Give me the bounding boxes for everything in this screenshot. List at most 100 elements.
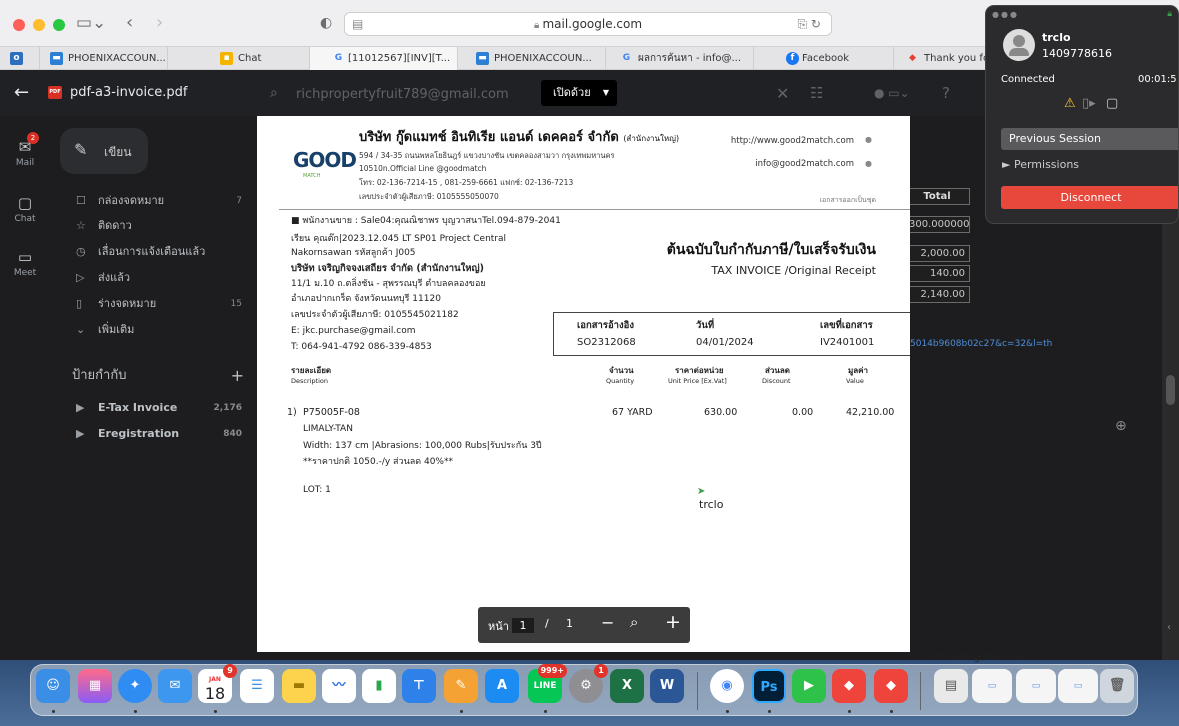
running-indicator	[768, 710, 771, 713]
nav-snoozed[interactable]: ◷ เลื่อนการแจ้งเตือนแล้ว	[76, 242, 246, 262]
zoom-in-icon[interactable]: +	[665, 611, 681, 633]
scrollbar-thumb[interactable]	[1166, 375, 1175, 405]
forward-icon[interactable]: ›	[156, 13, 163, 33]
search-icon[interactable]: ⌕	[270, 85, 278, 101]
word-icon[interactable]: W	[650, 669, 684, 703]
back-arrow-icon[interactable]: ←	[14, 82, 29, 103]
facetime-icon[interactable]: ▶	[792, 669, 826, 703]
panel-window-dots[interactable]: ●●●	[992, 10, 1019, 19]
email-link[interactable]: 5014b9608b02c27&c=32&l=th	[910, 339, 1052, 349]
compose-label: เขียน	[104, 145, 132, 159]
chrome-icon[interactable]: ◉	[710, 669, 744, 703]
screenshot-thumb-icon[interactable]: ▭	[1058, 669, 1098, 703]
zoom-window-button[interactable]	[53, 19, 65, 31]
excel-icon[interactable]: X	[610, 669, 644, 703]
document-title-en: TAX INVOICE /Original Receipt	[711, 264, 876, 277]
numbers-icon[interactable]: ▮	[362, 669, 396, 703]
item-note: **ราคาปกติ 1050.-/y ส่วนลด 40%**	[303, 457, 453, 467]
tab-current-invoice[interactable]: G [11012567][INV][T...	[310, 47, 458, 70]
dock-divider	[697, 672, 698, 710]
safari-icon[interactable]: ✦	[118, 669, 152, 703]
google-icon: G	[334, 53, 343, 63]
help-icon[interactable]: ?	[942, 84, 950, 102]
app-store-icon[interactable]: A	[485, 669, 519, 703]
sidebar-toggle-icon[interactable]: ▭⌄	[76, 13, 106, 33]
remote-cursor-label: trclo	[699, 498, 724, 511]
freeform-icon[interactable]: 〰	[322, 669, 356, 703]
tab-facebook[interactable]: f Facebook	[754, 47, 894, 70]
close-window-button[interactable]	[13, 19, 25, 31]
tab-phoenix-1[interactable]: ▬ PHOENIXACCOUN...	[40, 47, 168, 70]
grid-cell: 2,000.00	[908, 245, 970, 262]
screenshot-thumb-icon[interactable]: ▭	[972, 669, 1012, 703]
translate-reload-icon[interactable]: ⎘ ↻	[798, 13, 821, 35]
tab-search-results[interactable]: G ผลการค้นหา - info@...	[606, 47, 754, 70]
session-timer: 00:01:5	[1138, 74, 1177, 85]
zoom-icon[interactable]: ⌕	[630, 613, 638, 631]
document-icon[interactable]: ▤	[934, 669, 968, 703]
ref-header: เอกสารอ้างอิง	[577, 320, 634, 331]
compose-button[interactable]: ✎ เขียน	[60, 128, 148, 174]
tab-chat[interactable]: ▪ Chat	[168, 47, 310, 70]
file-transfer-icon[interactable]: ▯▸	[1082, 96, 1096, 111]
zoom-out-icon[interactable]: −	[601, 613, 614, 632]
clear-search-icon[interactable]: ✕	[776, 84, 789, 103]
tab-pinned[interactable]: o	[0, 47, 40, 70]
header-divider	[279, 209, 910, 210]
finder-icon[interactable]: ☺	[36, 669, 70, 703]
notes-icon[interactable]: ▬	[282, 669, 316, 703]
nav-sent[interactable]: ▷ ส่งแล้ว	[76, 268, 246, 288]
nav-starred[interactable]: ☆ ติดดาว	[76, 216, 246, 236]
page-number-input[interactable]: 1	[512, 618, 534, 633]
calendar-icon[interactable]: JAN 18 9	[198, 664, 237, 703]
privacy-shield-icon[interactable]: ◐	[320, 13, 332, 33]
nav-more[interactable]: ⌄ เพิ่มเติม	[76, 320, 246, 340]
keynote-icon[interactable]: ⊤	[402, 669, 436, 703]
page-icon: ▤	[352, 17, 364, 31]
col-qty-th: จำนวน	[609, 366, 634, 375]
anydesk-alt-icon[interactable]: ◆	[874, 669, 908, 703]
chat-icon[interactable]: ▢	[1106, 96, 1118, 111]
reminders-icon[interactable]: ☰	[240, 669, 274, 703]
copy-label: เอกสารออกเป็นชุด	[819, 196, 876, 204]
scroll-arrow-icon[interactable]: ‹	[1167, 622, 1171, 633]
previous-session-button[interactable]: Previous Session	[1001, 128, 1178, 150]
add-label-icon[interactable]: +	[231, 366, 244, 386]
settings-icon[interactable]: ⚙ 1	[569, 664, 608, 703]
permissions-toggle[interactable]: ► Permissions	[1002, 158, 1079, 171]
phoenix-icon: ▬	[50, 52, 63, 65]
warning-icon[interactable]: ⚠	[1064, 96, 1076, 111]
add-person-icon[interactable]: ⊕	[1115, 418, 1127, 434]
address-bar[interactable]: ▤ 🔒︎ mail.google.com ⎘ ↻	[344, 12, 832, 36]
draft-icon: ▯	[76, 297, 83, 310]
launchpad-icon[interactable]: ▦	[78, 669, 112, 703]
rail-mail[interactable]: ✉︎ Mail 2	[0, 132, 50, 168]
col-val-th: มูลค่า	[848, 366, 869, 375]
rail-chat[interactable]: ▢ Chat	[0, 194, 50, 224]
mail-app-icon[interactable]: ✉︎	[158, 669, 192, 703]
tab-phoenix-2[interactable]: ▬ PHOENIXACCOUN...	[458, 47, 606, 70]
company-name-text: บริษัท กู๊ดแมทช์ อินทิเรีย แอนด์ เดคคอร์…	[359, 130, 619, 145]
trash-icon[interactable]: 🗑︎	[1100, 669, 1134, 703]
pages-icon[interactable]: ✎	[444, 669, 478, 703]
photoshop-icon[interactable]: Ps	[752, 669, 786, 703]
filter-icon[interactable]: ☷	[810, 84, 823, 102]
line-icon[interactable]: LINE 999+	[528, 664, 567, 703]
tab-thank-you[interactable]: ◆ Thank you for	[894, 47, 994, 70]
col-val-en: Value	[846, 377, 864, 385]
label-eregistration[interactable]: ▶ Eregistration 840	[76, 424, 242, 444]
nav-drafts[interactable]: ▯ ร่างจดหมาย 15	[76, 294, 242, 314]
rail-meet[interactable]: ▭ Meet	[0, 248, 50, 278]
minimize-window-button[interactable]	[33, 19, 45, 31]
open-with-button[interactable]: เปิดด้วย ▼	[541, 80, 617, 106]
disconnect-button[interactable]: Disconnect	[1001, 186, 1178, 209]
nav-inbox[interactable]: ☐ กล่องจดหมาย 7	[76, 191, 242, 211]
back-icon[interactable]: ‹	[126, 13, 133, 33]
status-icon[interactable]: ● ▭⌄	[874, 86, 910, 100]
screenshot-thumb-icon[interactable]: ▭	[1016, 669, 1056, 703]
calendar-day: 18	[204, 684, 226, 703]
anydesk-icon[interactable]: ◆	[832, 669, 866, 703]
label-etax[interactable]: ▶ E-Tax Invoice 2,176	[76, 398, 242, 418]
search-query-text[interactable]: richpropertyfruit789@gmail.com	[296, 87, 509, 102]
pdf-filename: pdf-a3-invoice.pdf	[70, 85, 188, 100]
